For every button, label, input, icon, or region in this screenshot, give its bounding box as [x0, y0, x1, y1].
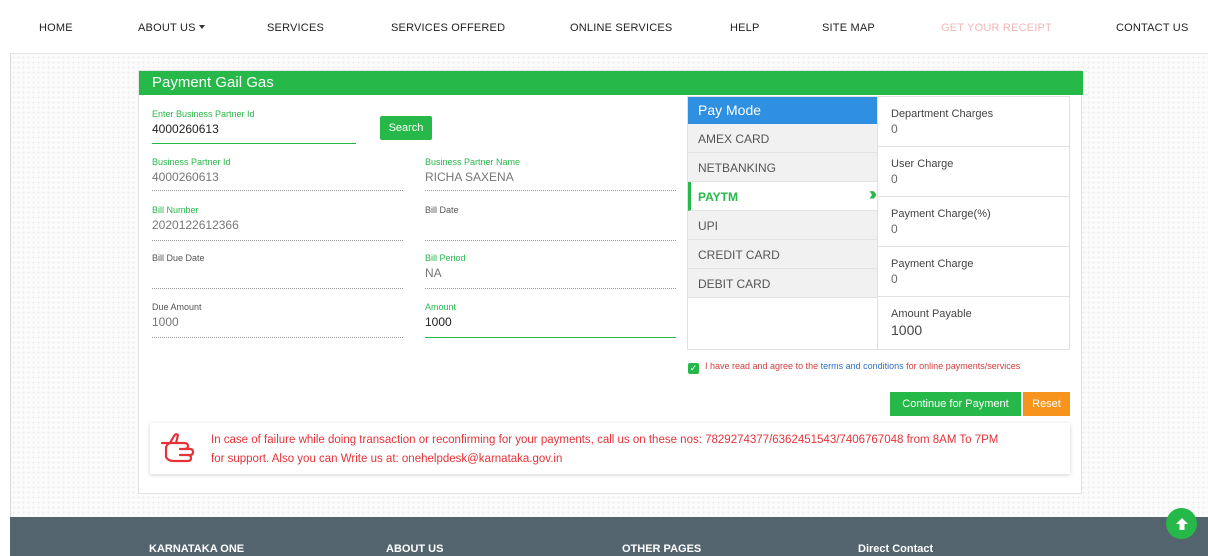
- support-notice: In case of failure while doing transacti…: [150, 423, 1070, 474]
- paymode-paytm[interactable]: PAYTM ››: [688, 182, 877, 211]
- bp-name-underline: [425, 190, 676, 191]
- nav-online-services[interactable]: ONLINE SERVICES: [570, 22, 672, 34]
- bill-date-field: Bill Date: [425, 205, 676, 241]
- search-button[interactable]: Search: [380, 116, 432, 140]
- notice-line-2: for support. Also you can Write us at: o…: [211, 453, 563, 465]
- due-amount-value: 1000: [152, 315, 179, 329]
- department-charges-label: Department Charges: [891, 108, 994, 120]
- bill-date-label: Bill Date: [425, 205, 459, 215]
- bp-name-value: RICHA SAXENA: [425, 170, 514, 184]
- user-charge-label: User Charge: [891, 158, 954, 170]
- amount-label: Amount: [425, 302, 457, 312]
- bp-name-field: Business Partner Name RICHA SAXENA: [425, 157, 676, 191]
- terms-text-suffix: for online payments/services: [906, 361, 1021, 371]
- bp-id-label: Business Partner Id: [152, 157, 231, 167]
- paymode-credit-card[interactable]: CREDIT CARD: [688, 240, 877, 269]
- payment-charge: Payment Charge 0: [878, 247, 1069, 297]
- amount-payable-label: Amount Payable: [891, 308, 972, 320]
- amount-underline: [425, 337, 676, 338]
- payment-charge-label: Payment Charge: [891, 258, 974, 270]
- terms-checkbox[interactable]: ✓: [688, 363, 699, 374]
- nav-services[interactable]: SERVICES: [267, 22, 324, 34]
- notice-line-1: In case of failure while doing transacti…: [211, 434, 999, 446]
- pay-mode-title: Pay Mode: [688, 97, 877, 124]
- bill-due-date-field: Bill Due Date: [152, 253, 403, 289]
- scroll-to-top-button[interactable]: [1166, 508, 1197, 539]
- nav-help[interactable]: HELP: [730, 22, 760, 34]
- charges-panel: Department Charges 0 User Charge 0 Payme…: [877, 96, 1070, 350]
- bill-due-date-label: Bill Due Date: [152, 253, 205, 263]
- bp-name-label: Business Partner Name: [425, 157, 521, 167]
- pointing-hand-icon: [160, 433, 195, 463]
- bill-due-date-underline: [152, 288, 403, 289]
- due-amount-label: Due Amount: [152, 302, 202, 312]
- bill-period-field: Bill Period NA: [425, 253, 676, 289]
- bill-number-label: Bill Number: [152, 205, 199, 215]
- bill-period-value: NA: [425, 266, 442, 280]
- bill-number-underline: [152, 240, 403, 241]
- due-amount-underline: [152, 337, 403, 338]
- footer-other-pages: OTHER PAGES: [622, 543, 702, 555]
- footer-about-us: ABOUT US: [386, 543, 444, 555]
- arrow-up-icon: [1175, 517, 1188, 530]
- bp-id-input-value[interactable]: 4000260613: [152, 122, 356, 136]
- amount-input-field[interactable]: Amount 1000: [425, 302, 676, 338]
- card-title: Payment Gail Gas: [139, 71, 1083, 95]
- amount-input-value[interactable]: 1000: [425, 315, 676, 329]
- nav-home[interactable]: HOME: [39, 22, 73, 34]
- notice-text: In case of failure while doing transacti…: [211, 431, 1061, 469]
- nav-about-us[interactable]: ABOUT US: [138, 22, 205, 34]
- bp-id-input-label: Enter Business Partner Id: [152, 109, 255, 119]
- paymode-debit-card[interactable]: DEBIT CARD: [688, 269, 877, 298]
- department-charges: Department Charges 0: [878, 97, 1069, 147]
- terms-text-prefix: I have read and agree to the: [705, 361, 819, 371]
- user-charge: User Charge 0: [878, 147, 1069, 197]
- paymode-paytm-label: PAYTM: [698, 190, 739, 204]
- terms-agreement: ✓ I have read and agree to the terms and …: [688, 361, 1020, 374]
- nav-about-us-label: ABOUT US: [138, 22, 196, 34]
- amount-payable: Amount Payable 1000: [878, 297, 1069, 347]
- nav-contact-us[interactable]: CONTACT US: [1116, 22, 1189, 34]
- department-charges-value: 0: [891, 122, 898, 136]
- paymode-netbanking[interactable]: NETBANKING: [688, 153, 877, 182]
- bill-number-value: 2020122612366: [152, 218, 239, 232]
- nav-get-receipt[interactable]: GET YOUR RECEIPT: [941, 22, 1052, 34]
- pay-mode-panel: Pay Mode AMEX CARD NETBANKING PAYTM ›› U…: [687, 96, 878, 350]
- paymode-amex-card[interactable]: AMEX CARD: [688, 124, 877, 153]
- bp-id-field: Business Partner Id 4000260613: [152, 157, 403, 191]
- footer-karnataka-one: KARNATAKA ONE: [149, 543, 245, 555]
- top-navigation: HOME ABOUT US SERVICES SERVICES OFFERED …: [10, 0, 1208, 54]
- nav-site-map[interactable]: SITE MAP: [822, 22, 875, 34]
- bp-id-input-field[interactable]: Enter Business Partner Id 4000260613: [152, 109, 356, 144]
- footer-direct-contact: Direct Contact: [858, 543, 934, 555]
- footer: KARNATAKA ONE ABOUT US OTHER PAGES Direc…: [10, 517, 1208, 556]
- bp-id-value: 4000260613: [152, 170, 219, 184]
- bill-number-field: Bill Number 2020122612366: [152, 205, 403, 241]
- amount-payable-value: 1000: [891, 322, 923, 338]
- terms-link[interactable]: terms and conditions: [821, 361, 904, 371]
- bill-date-underline: [425, 240, 676, 241]
- payment-charge-value: 0: [891, 272, 898, 286]
- due-amount-field: Due Amount 1000: [152, 302, 403, 338]
- double-chevron-right-icon: ››: [869, 184, 877, 204]
- payment-charge-percent: Payment Charge(%) 0: [878, 197, 1069, 247]
- payment-card: Payment Gail Gas Enter Business Partner …: [138, 70, 1083, 494]
- reset-button[interactable]: Reset: [1023, 392, 1070, 416]
- nav-services-offered[interactable]: SERVICES OFFERED: [391, 22, 505, 34]
- payment-charge-percent-label: Payment Charge(%): [891, 208, 991, 220]
- bill-period-underline: [425, 288, 676, 289]
- payment-charge-percent-value: 0: [891, 222, 898, 236]
- paymode-upi[interactable]: UPI: [688, 211, 877, 240]
- bp-id-input-underline: [152, 143, 356, 144]
- bill-period-label: Bill Period: [425, 253, 466, 263]
- user-charge-value: 0: [891, 172, 898, 186]
- bp-id-underline: [152, 190, 403, 191]
- caret-down-icon: [198, 25, 205, 29]
- continue-payment-button[interactable]: Continue for Payment: [890, 392, 1021, 416]
